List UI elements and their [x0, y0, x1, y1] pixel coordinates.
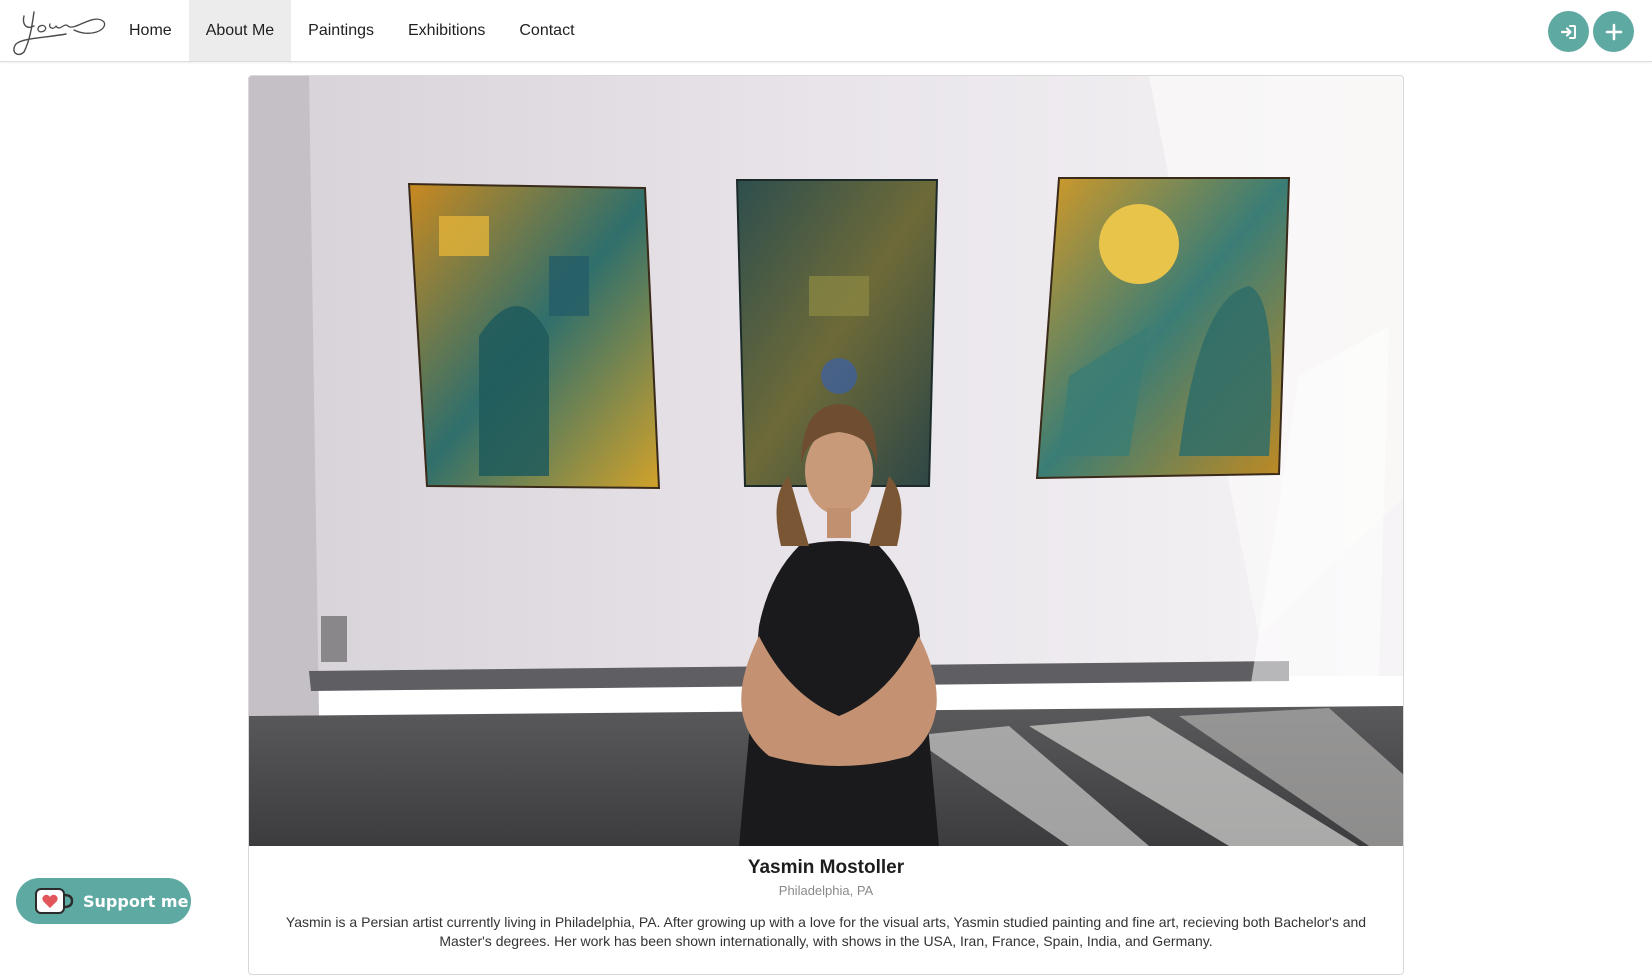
ko-fi-cup-icon [35, 888, 74, 914]
add-button[interactable] [1593, 11, 1634, 52]
plus-icon [1605, 23, 1622, 40]
profile-info: Yasmin Mostoller Philadelphia, PA Yasmin… [249, 846, 1403, 951]
sign-in-button[interactable] [1548, 11, 1589, 52]
nav-item-paintings[interactable]: Paintings [291, 0, 391, 61]
signature-logo [13, 11, 106, 56]
nav-item-contact[interactable]: Contact [502, 0, 591, 61]
brand-logo[interactable] [0, 0, 112, 62]
nav-item-exhibitions[interactable]: Exhibitions [391, 0, 502, 61]
artist-bio: Yasmin is a Persian artist currently liv… [285, 914, 1367, 949]
support-me-button[interactable]: Support me [16, 878, 191, 924]
artist-photo [249, 76, 1403, 846]
sign-in-icon [1560, 24, 1576, 39]
artist-name: Yasmin Mostoller [747, 857, 905, 878]
nav-actions [1548, 11, 1634, 52]
nav-menu: Home About Me Paintings Exhibitions Cont… [112, 0, 592, 61]
about-card: Yasmin Mostoller Philadelphia, PA Yasmin… [248, 75, 1404, 975]
nav-item-about-me[interactable]: About Me [188, 0, 292, 61]
support-me-label: Support me [83, 891, 189, 911]
artist-location: Philadelphia, PA [778, 883, 874, 898]
nav-item-home[interactable]: Home [112, 0, 189, 61]
top-navbar: Home About Me Paintings Exhibitions Cont… [0, 0, 1652, 62]
